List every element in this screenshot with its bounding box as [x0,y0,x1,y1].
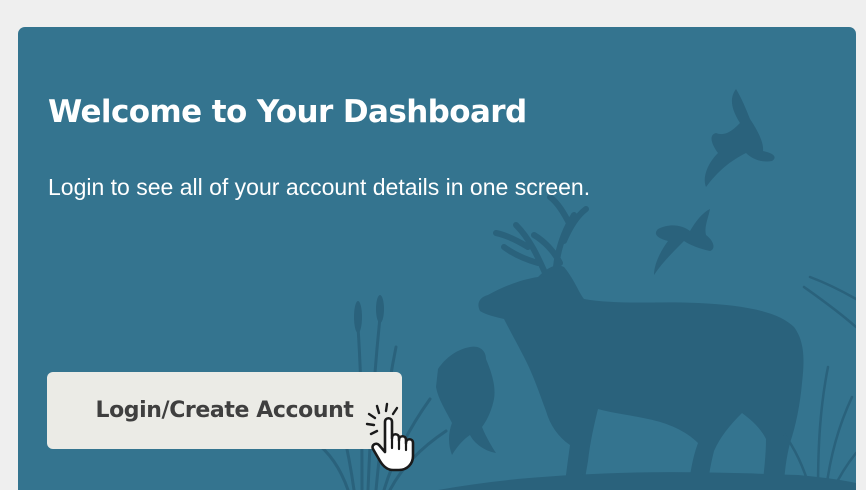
page: Welcome to Your Dashboard Login to see a… [0,0,866,490]
login-create-account-button[interactable]: Login/Create Account [47,372,402,449]
flying-duck-lower-silhouette [654,209,714,275]
welcome-description: Login to see all of your account details… [48,174,591,200]
page-title: Welcome to Your Dashboard [48,94,527,130]
hand-pointer-click-icon [365,402,415,472]
dashboard-welcome-card: Welcome to Your Dashboard Login to see a… [18,27,856,490]
ground-silhouette [438,472,856,490]
deer-silhouette [478,265,804,490]
deer-antlers [493,194,589,278]
flying-duck-silhouette [704,89,775,187]
fish-silhouette [436,346,496,455]
